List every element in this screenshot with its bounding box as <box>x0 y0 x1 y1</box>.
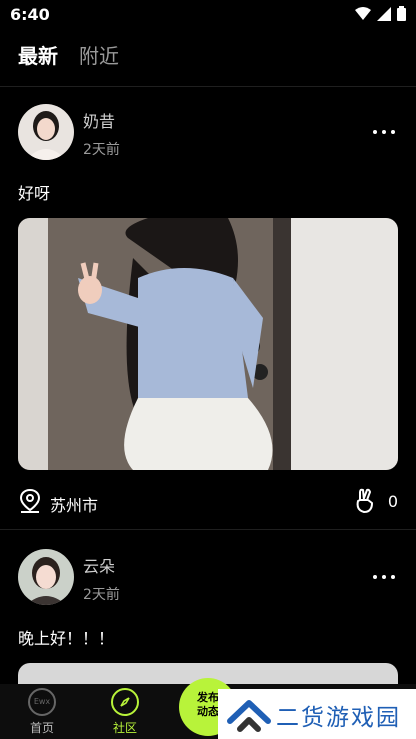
compass-icon <box>111 688 139 716</box>
post-username[interactable]: 云朵 <box>83 553 115 577</box>
dot <box>382 575 386 579</box>
status-icons <box>355 6 406 21</box>
nav-home[interactable]: Ewx 首页 <box>12 684 72 739</box>
post-card[interactable]: 奶昔 2天前 好呀 苏州市 0 <box>0 104 416 524</box>
status-time: 6:40 <box>10 5 50 24</box>
battery-icon <box>397 6 406 21</box>
divider <box>0 86 416 87</box>
more-options-button[interactable] <box>370 126 398 138</box>
tab-nearby[interactable]: 附近 <box>79 40 119 69</box>
post-time: 2天前 <box>83 142 120 158</box>
watermark-text: 二货游戏园 <box>276 705 401 731</box>
more-options-button[interactable] <box>370 571 398 583</box>
post-text: 好呀 <box>18 184 51 203</box>
nav-home-label: 首页 <box>29 721 54 735</box>
dot <box>382 130 386 134</box>
feed-tabs: 最新 附近 <box>0 40 416 74</box>
post-card[interactable]: 云朵 2天前 晚上好！！！ <box>0 549 416 684</box>
like-icon[interactable] <box>354 488 376 514</box>
avatar[interactable] <box>18 104 74 160</box>
status-bar: 6:40 <box>0 0 416 30</box>
dot <box>391 575 395 579</box>
location-row: 苏州市 0 <box>18 488 398 516</box>
watermark-logo-icon <box>227 700 271 732</box>
post-username[interactable]: 奶昔 <box>83 108 115 132</box>
nav-community[interactable]: 社区 <box>95 684 155 739</box>
divider <box>0 529 416 530</box>
signal-icon <box>377 6 391 21</box>
watermark: 二货游戏园 <box>218 689 416 739</box>
home-icon: Ewx <box>28 688 56 716</box>
wifi-icon <box>355 6 371 20</box>
post-time: 2天前 <box>83 587 120 603</box>
dot <box>391 130 395 134</box>
post-photo[interactable] <box>18 218 398 470</box>
dot <box>373 575 377 579</box>
post-text: 晚上好！！！ <box>18 629 115 648</box>
nav-community-label: 社区 <box>112 721 137 735</box>
location-text: 苏州市 <box>50 496 99 515</box>
tab-latest[interactable]: 最新 <box>18 40 58 69</box>
location-pin-icon <box>19 488 41 513</box>
like-count: 0 <box>387 492 398 511</box>
avatar[interactable] <box>18 549 74 605</box>
dot <box>373 130 377 134</box>
